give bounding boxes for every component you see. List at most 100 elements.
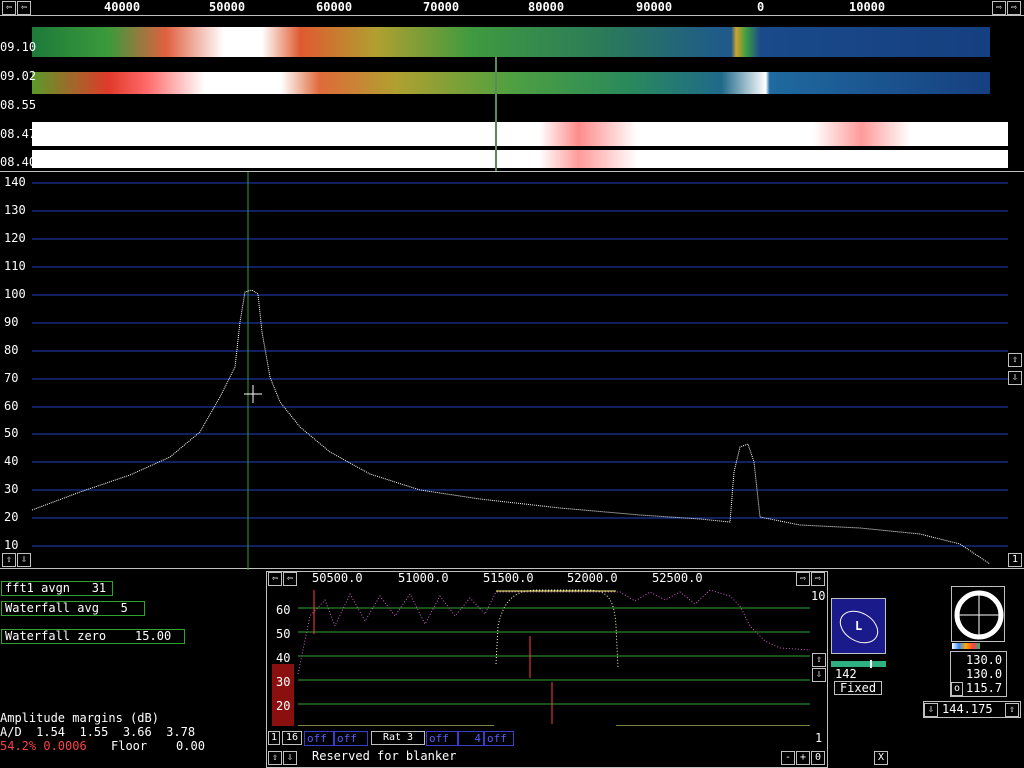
blanker-placeholder: Reserved for blanker [312, 749, 457, 763]
scroll-left-button[interactable]: ⇦ [2, 1, 16, 15]
bb-toggle-off[interactable]: off [484, 731, 514, 746]
y-tick: 20 [4, 510, 19, 524]
bb-left-button-2[interactable]: ⇦ [283, 572, 297, 586]
y-tick: 90 [4, 315, 19, 329]
arrow-down-icon: ⇩ [815, 669, 823, 680]
waterfall-zero-field[interactable]: Waterfall zero 15.00 [1, 629, 185, 644]
freq-tick: 60000 [316, 0, 353, 14]
floor-value: Floor 0.00 [111, 739, 205, 753]
arrow-right-icon: ⇨ [799, 573, 807, 584]
time-label: 08.40 [0, 155, 37, 169]
arrow-right-icon: ⇨ [995, 2, 1003, 13]
spectrum-one-button[interactable]: 1 [1008, 553, 1022, 567]
sideband-up-button[interactable]: ⇧ [812, 653, 826, 667]
time-label: 09.02 [0, 69, 37, 83]
meter-color-strip [952, 643, 980, 649]
zoom-up-button[interactable]: ⇧ [1008, 353, 1022, 367]
arrow-down-icon: ⇩ [1011, 372, 1019, 383]
scroll-right-button[interactable]: ⇨ [992, 1, 1006, 15]
bb-gain-top: 10 [811, 589, 826, 603]
circle-icon [954, 590, 1004, 640]
baseband-plot[interactable] [270, 586, 810, 726]
ad-margins: A/D 1.54 1.55 3.66 3.78 [0, 725, 196, 739]
bb-y-tick: 40 [276, 651, 291, 665]
y-tick: 40 [4, 454, 19, 468]
amplitude-title: Amplitude margins (dB) [0, 711, 159, 725]
freq-tick: 70000 [423, 0, 460, 14]
scale-down-button[interactable]: ⇩ [17, 553, 31, 567]
bb-freq-tick: 52500.0 [652, 571, 703, 585]
y-tick: 50 [4, 426, 19, 440]
time-label: 08.47 [0, 127, 37, 141]
bb-freq-tick: 52000.0 [567, 571, 618, 585]
bb-left-button[interactable]: ⇦ [268, 572, 282, 586]
bb-control-1[interactable]: 1 [268, 731, 280, 745]
freq-box [923, 701, 1021, 718]
waterfall-row [32, 72, 990, 94]
bb-zero-button[interactable]: 0 [811, 751, 825, 765]
y-tick: 80 [4, 343, 19, 357]
bb-freq-tick: 51500.0 [483, 571, 534, 585]
y-tick: 70 [4, 371, 19, 385]
close-button[interactable]: X [874, 751, 888, 765]
y-tick: 140 [4, 175, 26, 189]
bb-up-button[interactable]: ⇧ [268, 751, 282, 765]
fft1-avgn-field[interactable]: fft1 avgn 31 [1, 581, 113, 596]
waterfall-marker-line [495, 56, 497, 171]
bb-rat-control[interactable]: Rat 3 [371, 731, 425, 745]
freq-tick: 50000 [209, 0, 246, 14]
y-tick: 130 [4, 203, 26, 217]
scale-up-button[interactable]: ⇧ [2, 553, 16, 567]
freq-tick: 40000 [104, 0, 141, 14]
waterfall-row [32, 27, 990, 57]
sideband-down-button[interactable]: ⇩ [812, 668, 826, 682]
bb-y-tick: 30 [276, 675, 291, 689]
arrow-up-icon: ⇧ [815, 654, 823, 665]
time-label: 09.10 [0, 40, 37, 54]
y-tick: 110 [4, 259, 26, 273]
arrow-down-icon: ⇩ [20, 554, 28, 565]
sideband-bar-marker [870, 660, 872, 668]
scroll-left-button-2[interactable]: ⇦ [17, 1, 31, 15]
overload-percent: 54.2% 0.0006 [0, 739, 87, 753]
bb-plus-button[interactable]: + [796, 751, 810, 765]
waterfall-row [32, 122, 1008, 146]
y-tick: 100 [4, 287, 26, 301]
scroll-right-button-2[interactable]: ⇨ [1007, 1, 1021, 15]
bb-y-tick: 50 [276, 627, 291, 641]
waterfall-panel[interactable]: ⇦ ⇦ ⇨ ⇨ 40000 50000 60000 70000 80000 90… [0, 0, 1024, 171]
arrow-up-icon: ⇧ [271, 752, 279, 763]
freq-tick: 90000 [636, 0, 673, 14]
bb-toggle-off[interactable]: off [304, 731, 334, 746]
y-tick: 60 [4, 399, 19, 413]
bb-minus-button[interactable]: - [781, 751, 795, 765]
y-tick: 10 [4, 538, 19, 552]
bb-gain-bottom: 1 [815, 731, 823, 745]
arrow-left-icon: ⇦ [5, 2, 13, 13]
sideband-mode-button[interactable]: Fixed [834, 681, 882, 695]
bb-right-button-2[interactable]: ⇨ [811, 572, 825, 586]
spectrum-panel[interactable]: 140 130 120 110 100 90 80 70 60 50 40 30… [0, 171, 1024, 570]
zoom-down-button[interactable]: ⇩ [1008, 371, 1022, 385]
close-icon: X [877, 752, 885, 763]
bb-right-button[interactable]: ⇨ [796, 572, 810, 586]
freq-tick: 80000 [528, 0, 565, 14]
arrow-up-icon: ⇧ [5, 554, 13, 565]
bb-toggle-4[interactable]: 4 [458, 731, 484, 746]
bb-y-tick: 60 [276, 603, 291, 617]
sideband-display[interactable]: L [831, 598, 886, 654]
bb-freq-tick: 50500.0 [312, 571, 363, 585]
bb-toggle-off[interactable]: off [334, 731, 368, 746]
waterfall-avg-field[interactable]: Waterfall avg 5 [1, 601, 145, 616]
sideband-letter: L [855, 619, 863, 633]
arrow-left-icon: ⇦ [271, 573, 279, 584]
sideband-value: 142 [835, 667, 857, 681]
spectrum-plot[interactable] [0, 172, 1024, 570]
bb-down-button[interactable]: ⇩ [283, 751, 297, 765]
bb-control-16[interactable]: 16 [282, 731, 302, 745]
bb-toggle-off[interactable]: off [426, 731, 458, 746]
y-tick: 30 [4, 482, 19, 496]
freq-tick: 10000 [849, 0, 886, 14]
arrow-left-icon: ⇦ [286, 573, 294, 584]
arrow-right-icon: ⇨ [1010, 2, 1018, 13]
